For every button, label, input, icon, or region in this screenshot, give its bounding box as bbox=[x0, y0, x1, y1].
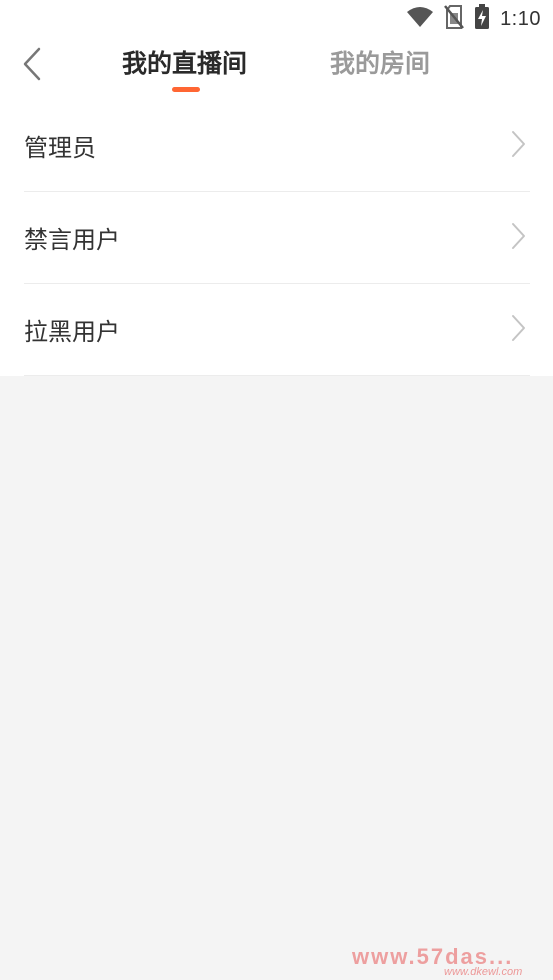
screen: 1:10 我的直播间 我的房间 管理员 禁言用户 拉黑用户 www.57das.… bbox=[0, 0, 553, 980]
status-icons: 1:10 bbox=[406, 4, 541, 34]
list-item-muted-users[interactable]: 禁言用户 bbox=[24, 192, 530, 284]
chevron-right-icon bbox=[508, 130, 530, 162]
header: 我的直播间 我的房间 bbox=[0, 38, 553, 100]
chevron-right-icon bbox=[508, 314, 530, 346]
list-item-label: 禁言用户 bbox=[24, 226, 120, 254]
list-item-admins[interactable]: 管理员 bbox=[24, 100, 530, 192]
status-bar: 1:10 bbox=[0, 0, 553, 38]
wifi-icon bbox=[406, 6, 434, 32]
list-item-blocked-users[interactable]: 拉黑用户 bbox=[24, 284, 530, 376]
active-tab-indicator bbox=[172, 87, 200, 92]
chevron-left-icon bbox=[22, 47, 42, 85]
list-item-label: 管理员 bbox=[24, 134, 96, 162]
back-button[interactable] bbox=[14, 46, 50, 86]
tab-my-room[interactable]: 我的房间 bbox=[330, 44, 430, 84]
chevron-right-icon bbox=[508, 222, 530, 254]
tab-my-live-room[interactable]: 我的直播间 bbox=[122, 44, 247, 84]
status-time: 1:10 bbox=[500, 7, 541, 30]
list-item-label: 拉黑用户 bbox=[24, 318, 120, 346]
no-sim-icon bbox=[444, 5, 465, 33]
menu-list: 管理员 禁言用户 拉黑用户 bbox=[0, 100, 553, 376]
battery-charging-icon bbox=[474, 4, 490, 34]
watermark-sub: www.dkewl.com bbox=[444, 966, 523, 978]
